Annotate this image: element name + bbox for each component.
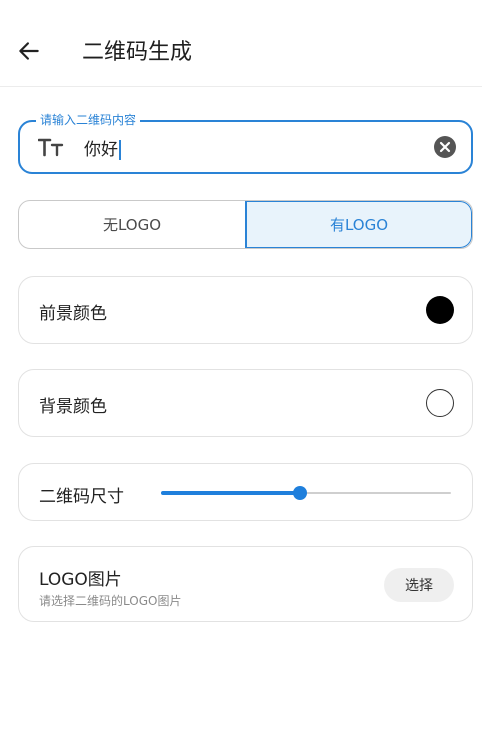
foreground-color-card[interactable]: 前景颜色 xyxy=(18,276,473,344)
qr-size-slider[interactable] xyxy=(161,486,451,500)
logo-image-title: LOGO图片 xyxy=(39,570,122,590)
qr-content-input[interactable]: 你好 xyxy=(84,135,121,160)
slider-fill xyxy=(161,491,301,495)
segment-no-logo[interactable]: 无LOGO xyxy=(19,201,245,248)
qr-content-value: 你好 xyxy=(84,140,118,160)
logo-image-subtitle: 请选择二维码的LOGO图片 xyxy=(39,594,182,608)
app-bar: 二维码生成 xyxy=(0,0,482,87)
clear-icon[interactable] xyxy=(433,135,457,159)
choose-logo-button[interactable]: 选择 xyxy=(384,568,454,602)
background-color-card[interactable]: 背景颜色 xyxy=(18,369,473,437)
text-format-icon xyxy=(38,138,64,157)
qr-size-card: 二维码尺寸 xyxy=(18,463,473,521)
logo-mode-segmented: 无LOGO 有LOGO xyxy=(18,200,473,249)
background-color-label: 背景颜色 xyxy=(39,397,107,417)
qr-content-label: 请输入二维码内容 xyxy=(36,111,141,128)
foreground-color-swatch[interactable] xyxy=(426,296,454,324)
arrow-left-icon[interactable] xyxy=(16,38,42,64)
foreground-color-label: 前景颜色 xyxy=(39,304,107,324)
segment-with-logo[interactable]: 有LOGO xyxy=(245,201,472,248)
page-title: 二维码生成 xyxy=(82,40,193,65)
qr-content-field[interactable]: 请输入二维码内容 你好 xyxy=(18,111,473,174)
logo-image-card: LOGO图片 请选择二维码的LOGO图片 选择 xyxy=(18,546,473,622)
background-color-swatch[interactable] xyxy=(426,389,454,417)
text-caret xyxy=(119,140,121,160)
slider-thumb[interactable] xyxy=(293,486,308,500)
qr-size-label: 二维码尺寸 xyxy=(39,487,124,507)
